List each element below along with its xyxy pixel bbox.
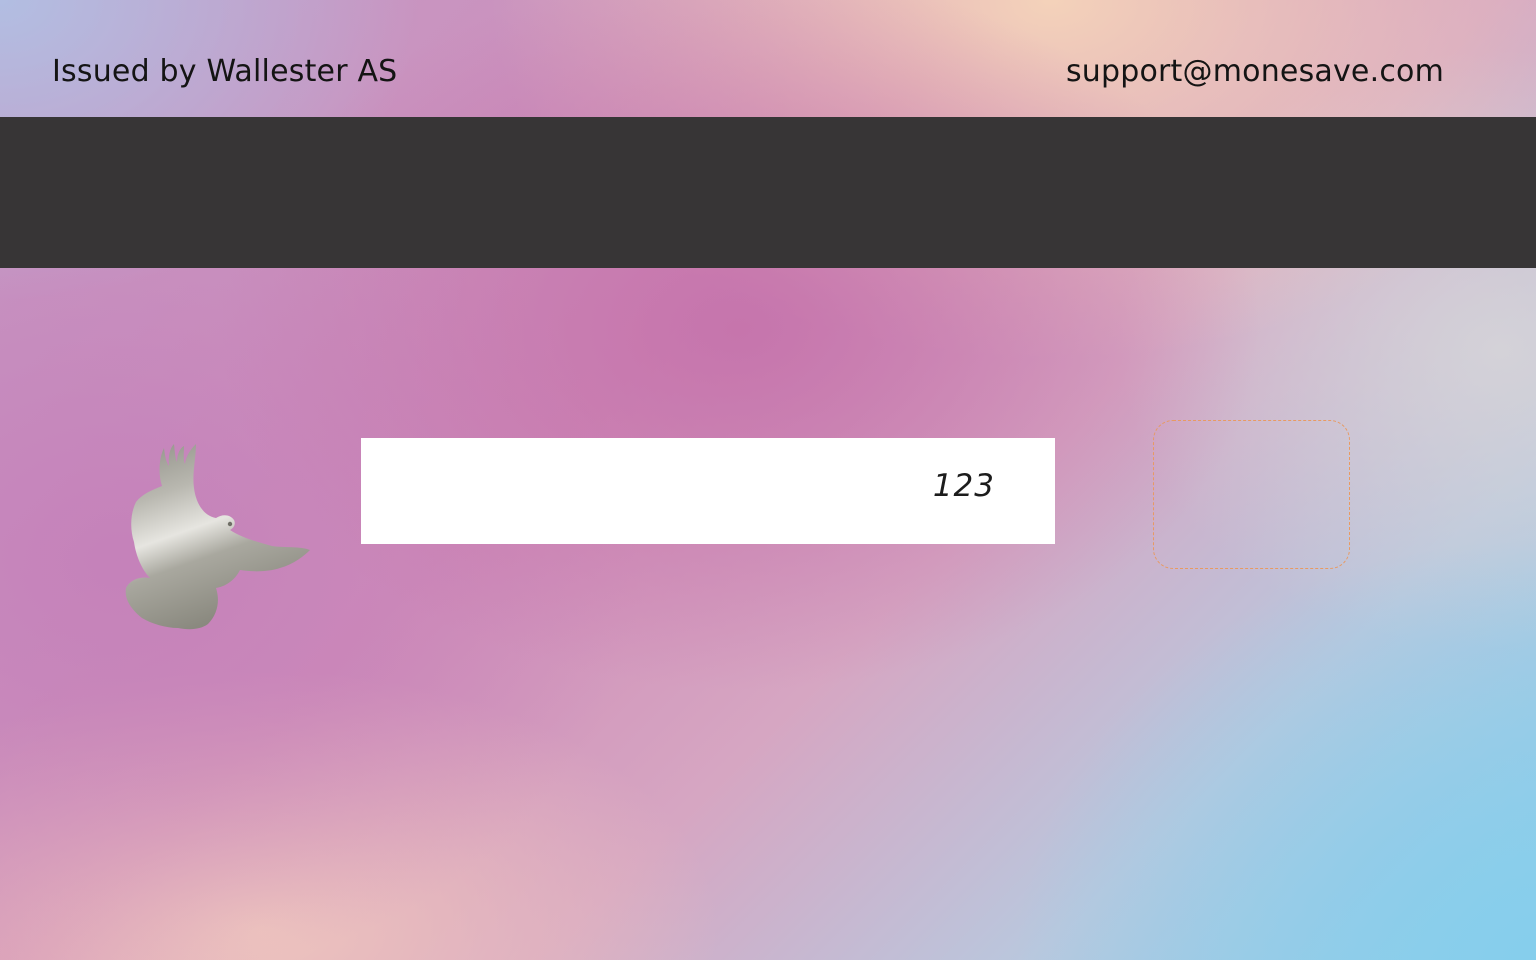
cvv-code: 123 (932, 468, 995, 504)
hologram-placeholder (1153, 420, 1350, 569)
support-email: support@monesave.com (1065, 54, 1444, 89)
magnetic-stripe (0, 117, 1536, 268)
dove-icon (125, 444, 311, 630)
issuer-text: Issued by Wallester AS (52, 54, 398, 89)
signature-strip: 123 (361, 438, 1055, 544)
card-back: Issued by Wallester AS support@monesave.… (0, 0, 1536, 960)
